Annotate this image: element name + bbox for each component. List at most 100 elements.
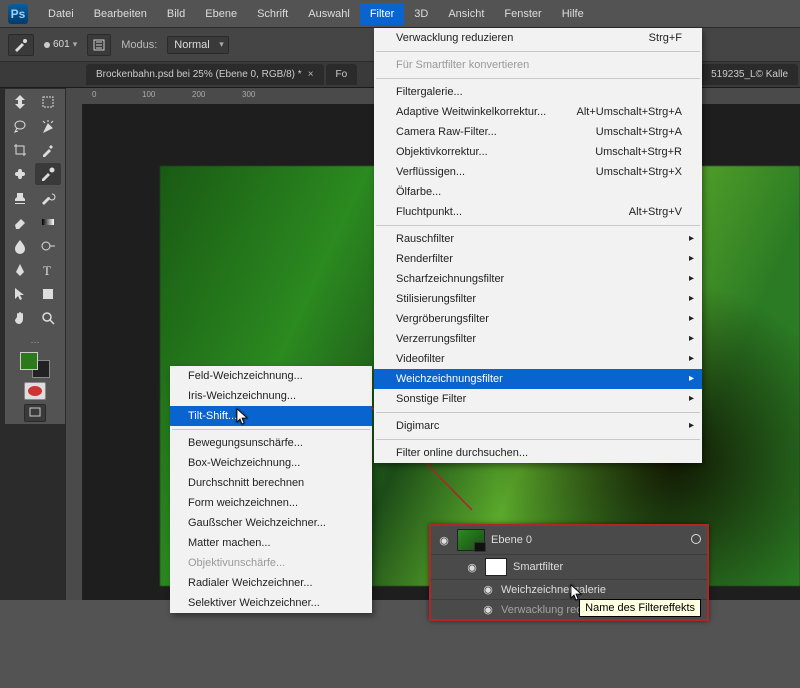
close-icon[interactable]: ×	[308, 69, 314, 80]
menuitem-filtergalerie[interactable]: Filtergalerie...	[374, 82, 702, 102]
svg-text:T: T	[43, 263, 51, 278]
crop-tool[interactable]	[7, 139, 33, 161]
type-tool[interactable]: T	[35, 259, 61, 281]
visibility-icon[interactable]: ◉	[465, 561, 479, 574]
eraser-tool[interactable]	[7, 211, 33, 233]
screen-mode-toggle[interactable]	[24, 404, 46, 422]
brush-size-value: 601	[53, 39, 70, 50]
visibility-icon[interactable]: ◉	[481, 603, 495, 616]
menu-auswahl[interactable]: Auswahl	[298, 3, 360, 25]
dodge-tool[interactable]	[35, 235, 61, 257]
menuitem-lens-corr[interactable]: Objektivkorrektur...Umschalt+Strg+R	[374, 142, 702, 162]
submenu-feld[interactable]: Feld-Weichzeichnung...	[170, 366, 372, 386]
tab-label: Fo	[336, 69, 348, 80]
submenu-box[interactable]: Box-Weichzeichnung...	[170, 453, 372, 473]
filter-menu: Verwacklung reduzierenStrg+F Für Smartfi…	[374, 28, 702, 463]
menu-hilfe[interactable]: Hilfe	[552, 3, 594, 25]
submenu-shape[interactable]: Form weichzeichnen...	[170, 493, 372, 513]
menuitem-other[interactable]: Sonstige Filter	[374, 389, 702, 409]
path-select-tool[interactable]	[7, 283, 33, 305]
brush-panel-toggle[interactable]	[87, 34, 111, 56]
tab-label: Brockenbahn.psd bei 25% (Ebene 0, RGB/8)…	[96, 69, 302, 80]
menuitem-distort[interactable]: Verzerrungsfilter	[374, 329, 702, 349]
menu-ansicht[interactable]: Ansicht	[438, 3, 494, 25]
modus-select[interactable]: Normal	[167, 36, 228, 54]
menuitem-render[interactable]: Renderfilter	[374, 249, 702, 269]
menu-3d[interactable]: 3D	[404, 3, 438, 25]
quick-mask-toggle[interactable]	[24, 382, 46, 400]
app-logo: Ps	[8, 4, 28, 24]
menuitem-noise[interactable]: Rauschfilter	[374, 229, 702, 249]
menuitem-blur[interactable]: Weichzeichnungsfilter	[374, 369, 702, 389]
submenu-matter[interactable]: Matter machen...	[170, 533, 372, 553]
toolbox: T ⋯	[4, 88, 66, 425]
submenu-radial[interactable]: Radialer Weichzeichner...	[170, 573, 372, 593]
menuitem-smartfilter: Für Smartfilter konvertieren	[374, 55, 702, 75]
menu-ebene[interactable]: Ebene	[195, 3, 247, 25]
menuitem-vanishing[interactable]: Fluchtpunkt...Alt+Strg+V	[374, 202, 702, 222]
menuitem-camera-raw[interactable]: Camera Raw-Filter...Umschalt+Strg+A	[374, 122, 702, 142]
menuitem-oilpaint[interactable]: Ölfarbe...	[374, 182, 702, 202]
pen-tool[interactable]	[7, 259, 33, 281]
layer-thumb	[457, 529, 485, 551]
stamp-tool[interactable]	[7, 187, 33, 209]
submenu-lens: Objektivunschärfe...	[170, 553, 372, 573]
move-tool[interactable]	[7, 91, 33, 113]
submenu-iris[interactable]: Iris-Weichzeichnung...	[170, 386, 372, 406]
menu-filter[interactable]: Filter	[360, 3, 404, 25]
brush-tool-preset[interactable]	[8, 34, 34, 56]
wand-tool[interactable]	[35, 115, 61, 137]
submenu-gaussian[interactable]: Gaußscher Weichzeichner...	[170, 513, 372, 533]
ruler-vertical	[66, 88, 82, 600]
layer-row[interactable]: ◉ Ebene 0	[431, 526, 707, 555]
eyedropper-tool[interactable]	[35, 139, 61, 161]
mask-thumb	[485, 558, 507, 576]
menuitem-liquify[interactable]: Verflüssigen...Umschalt+Strg+X	[374, 162, 702, 182]
menuitem-last-filter[interactable]: Verwacklung reduzierenStrg+F	[374, 28, 702, 48]
tab-brockenbahn[interactable]: Brockenbahn.psd bei 25% (Ebene 0, RGB/8)…	[86, 64, 324, 85]
visibility-icon[interactable]: ◉	[481, 583, 495, 596]
submenu-selective[interactable]: Selektiver Weichzeichner...	[170, 593, 372, 613]
menu-datei[interactable]: Datei	[38, 3, 84, 25]
tooltip: Name des Filtereffekts	[579, 599, 701, 617]
hand-tool[interactable]	[7, 307, 33, 329]
menuitem-sharpen[interactable]: Scharfzeichnungsfilter	[374, 269, 702, 289]
layer-row[interactable]: ◉ Weichzeichnergalerie	[431, 580, 707, 600]
history-brush-tool[interactable]	[35, 187, 61, 209]
layer-name: Ebene 0	[491, 534, 532, 546]
fg-bg-swatch[interactable]	[20, 352, 50, 378]
zoom-tool[interactable]	[35, 307, 61, 329]
healing-tool[interactable]	[7, 163, 33, 185]
submenu-motion[interactable]: Bewegungsunschärfe...	[170, 433, 372, 453]
menu-fenster[interactable]: Fenster	[494, 3, 551, 25]
brush-size-picker[interactable]: 601 ▾	[44, 39, 77, 50]
visibility-icon[interactable]: ◉	[437, 534, 451, 547]
menuitem-video[interactable]: Videofilter	[374, 349, 702, 369]
tab-third[interactable]: 519235_L© Kalle	[701, 64, 798, 85]
smart-object-icon	[691, 534, 701, 547]
menuitem-pixelate[interactable]: Vergröberungsfilter	[374, 309, 702, 329]
lasso-tool[interactable]	[7, 115, 33, 137]
menu-bearbeiten[interactable]: Bearbeiten	[84, 3, 157, 25]
blur-submenu: Feld-Weichzeichnung... Iris-Weichzeichnu…	[170, 366, 372, 613]
menuitem-stylize[interactable]: Stilisierungsfilter	[374, 289, 702, 309]
menuitem-wideangle[interactable]: Adaptive Weitwinkelkorrektur...Alt+Umsch…	[374, 102, 702, 122]
menubar: Ps Datei Bearbeiten Bild Ebene Schrift A…	[0, 0, 800, 28]
marquee-tool[interactable]	[35, 91, 61, 113]
menu-bild[interactable]: Bild	[157, 3, 195, 25]
brush-tool[interactable]	[35, 163, 61, 185]
tab-label: 519235_L© Kalle	[711, 69, 788, 80]
gradient-tool[interactable]	[35, 211, 61, 233]
modus-label: Modus:	[121, 39, 157, 51]
tab-second[interactable]: Fo	[326, 64, 358, 85]
shape-tool[interactable]	[35, 283, 61, 305]
color-swatches: ⋯	[7, 337, 63, 422]
layer-row[interactable]: ◉ Smartfilter	[431, 555, 707, 580]
layer-name: Weichzeichnergalerie	[501, 584, 606, 596]
menuitem-digimarc[interactable]: Digimarc	[374, 416, 702, 436]
blur-tool[interactable]	[7, 235, 33, 257]
submenu-average[interactable]: Durchschnitt berechnen	[170, 473, 372, 493]
menuitem-browse-online[interactable]: Filter online durchsuchen...	[374, 443, 702, 463]
submenu-tiltshift[interactable]: Tilt-Shift...	[170, 406, 372, 426]
menu-schrift[interactable]: Schrift	[247, 3, 298, 25]
